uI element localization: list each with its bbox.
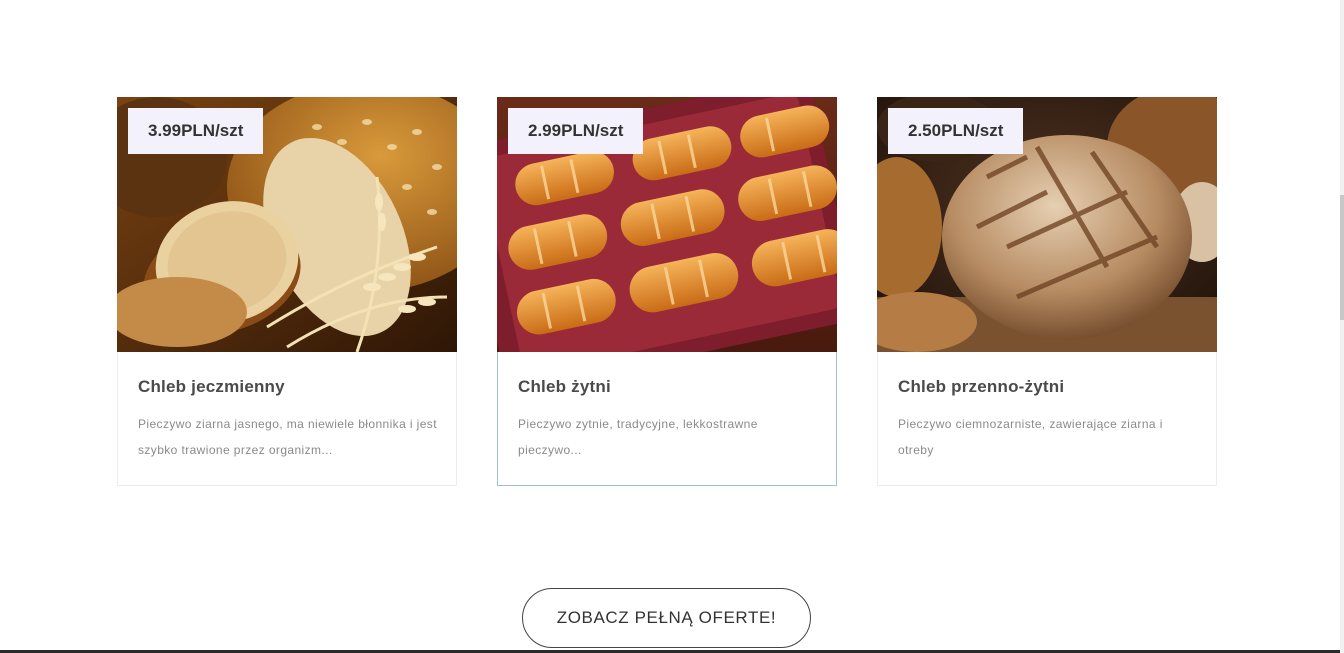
- price-badge: 3.99PLN/szt: [128, 108, 264, 154]
- product-description: Pieczywo ciemnozarniste, zawierające zia…: [898, 417, 1163, 457]
- product-title[interactable]: Chleb żytni: [518, 377, 611, 397]
- product-description: Pieczywo zytnie, tradycyjne, lekkostrawn…: [518, 417, 758, 457]
- vertical-scrollbar[interactable]: [1340, 0, 1344, 653]
- offer-section: 3.99PLN/szt Chleb jeczmienny Pieczywo zi…: [0, 0, 1344, 653]
- product-card-przenno-zytni[interactable]: 2.50PLN/szt Chleb przenno-żytni Pieczywo…: [877, 97, 1217, 486]
- product-title[interactable]: Chleb przenno-żytni: [898, 377, 1064, 397]
- product-card-jeczmienny[interactable]: 3.99PLN/szt Chleb jeczmienny Pieczywo zi…: [117, 97, 457, 486]
- see-full-offer-button[interactable]: ZOBACZ PEŁNĄ OFERTE!: [522, 588, 811, 648]
- product-title[interactable]: Chleb jeczmienny: [138, 377, 285, 397]
- scrollbar-thumb[interactable]: [1340, 195, 1344, 320]
- product-description: Pieczywo ziarna jasnego, ma niewiele bło…: [138, 417, 437, 457]
- price-badge: 2.50PLN/szt: [888, 108, 1024, 154]
- product-card-zytni[interactable]: 2.99PLN/szt Chleb żytni Pieczywo zytnie,…: [497, 97, 837, 486]
- price-badge: 2.99PLN/szt: [508, 108, 644, 154]
